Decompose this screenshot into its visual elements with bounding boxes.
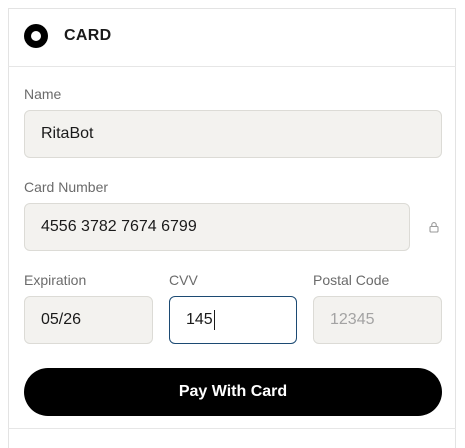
postal-code-input[interactable]: 12345: [313, 296, 442, 344]
postal-code-label: Postal Code: [313, 272, 390, 288]
cvv-input[interactable]: 145: [169, 296, 297, 344]
name-input[interactable]: RitaBot: [24, 110, 442, 158]
expiration-label: Expiration: [24, 272, 87, 288]
card-number-input[interactable]: 4556 3782 7674 6799: [24, 203, 410, 251]
card-number-value: 4556 3782 7674 6799: [41, 218, 197, 235]
expiration-value: 05/26: [41, 311, 82, 328]
card-radio-button[interactable]: [24, 24, 48, 48]
name-value: RitaBot: [41, 125, 94, 142]
expiration-input[interactable]: 05/26: [24, 296, 153, 344]
lock-icon: [429, 222, 439, 233]
postal-code-placeholder: 12345: [330, 311, 375, 328]
cvv-value: 145: [186, 311, 213, 328]
cvv-label: CVV: [169, 272, 198, 288]
footer-divider: [8, 428, 456, 429]
pay-with-card-button[interactable]: Pay With Card: [24, 368, 442, 416]
payment-method-header[interactable]: CARD: [24, 24, 111, 48]
text-caret: [213, 310, 215, 330]
header-divider: [8, 66, 456, 67]
payment-method-title: CARD: [64, 27, 112, 44]
name-label: Name: [24, 86, 62, 102]
card-number-label: Card Number: [24, 179, 109, 195]
